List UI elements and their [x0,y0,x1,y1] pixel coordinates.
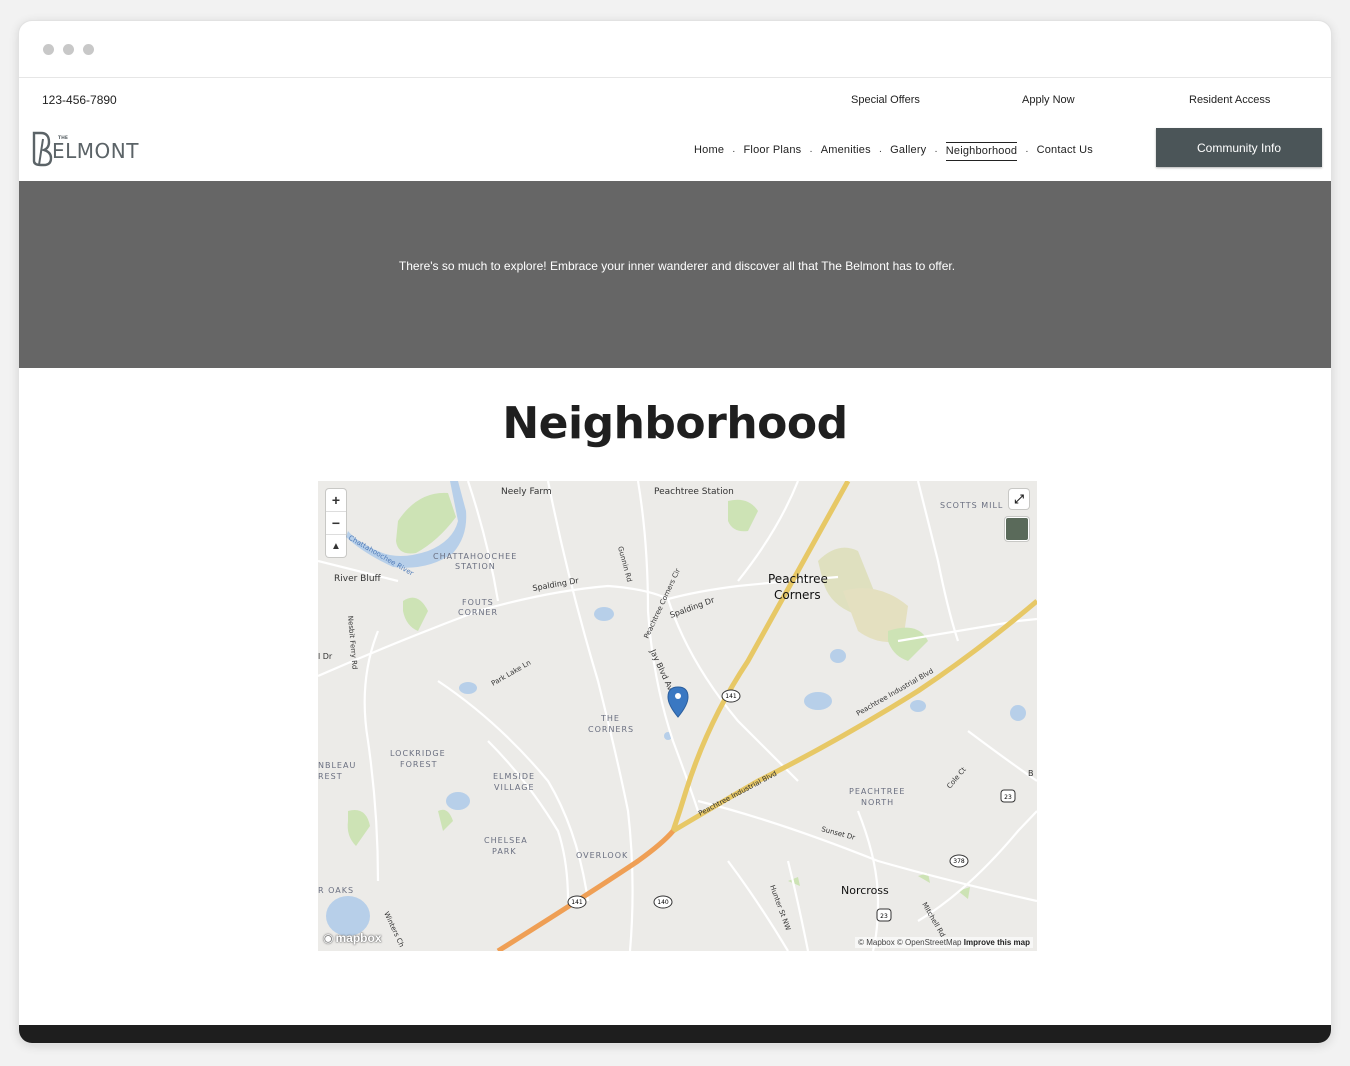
route-141-shield-b: 141 [567,895,587,909]
svg-text:NBLEAU: NBLEAU [318,761,356,770]
svg-text:l Dr: l Dr [318,652,333,661]
improve-map-link[interactable]: Improve this map [964,938,1030,947]
resident-access-link[interactable]: Resident Access [1189,94,1270,106]
main-nav: Home · Floor Plans · Amenities · Gallery · N… [694,142,1093,161]
svg-text:140: 140 [657,899,669,906]
svg-text:R OAKS: R OAKS [318,886,354,895]
nav-floor-plans[interactable]: Floor Plans [744,144,802,159]
page-title: Neighborhood [502,398,848,449]
special-offers-link[interactable]: Special Offers [851,94,920,106]
apply-now-link[interactable]: Apply Now [1022,94,1075,106]
svg-text:STATION: STATION [455,562,496,571]
route-140-shield: 140 [653,895,673,909]
fullscreen-icon[interactable]: ⤢ [1009,489,1029,509]
label-neely-farm: Neely Farm [501,487,552,497]
route-141-shield-a: 141 [721,689,741,703]
label-peachtree-north: PEACHTREE [849,787,905,796]
nav-gallery[interactable]: Gallery [890,144,926,159]
hero-text: There's so much to explore! Embrace your… [398,259,956,273]
label-elmside: ELMSIDE [493,772,535,781]
svg-text:CORNER: CORNER [458,608,498,617]
label-overlook: OVERLOOK [576,851,628,860]
svg-text:378: 378 [953,858,965,865]
attribution-text[interactable]: © Mapbox © OpenStreetMap [858,938,961,947]
map-canvas[interactable]: Neely Farm Peachtree Station SCOTTS MILL… [318,481,1037,951]
nav-contact-us[interactable]: Contact Us [1037,144,1093,159]
svg-text:23: 23 [880,913,888,920]
compass-button[interactable]: ▲ [326,535,346,557]
satellite-toggle-button[interactable] [1005,517,1029,541]
window-minimize-dot[interactable] [63,44,74,55]
neighborhood-map[interactable]: Neely Farm Peachtree Station SCOTTS MILL… [318,481,1037,951]
svg-text:B: B [1028,769,1034,778]
label-the-corners: THE [600,714,620,723]
site-footer [19,1025,1331,1043]
label-peachtree-corners: Peachtree [768,572,828,586]
label-norcross: Norcross [841,884,889,897]
svg-text:141: 141 [725,693,737,700]
label-scotts-mill: SCOTTS MILL [940,501,1003,510]
nav-home[interactable]: Home [694,144,724,159]
window-zoom-dot[interactable] [83,44,94,55]
svg-text:FOREST: FOREST [400,760,437,769]
label-chattahoochee: CHATTAHOOCHEE [433,552,517,561]
phone-number[interactable]: 123-456-7890 [42,93,117,107]
nav-neighborhood[interactable]: Neighborhood [945,142,1018,161]
nav-amenities[interactable]: Amenities [821,144,871,159]
svg-text:ELMONT: ELMONT [52,139,139,163]
community-info-button[interactable]: Community Info [1156,128,1322,167]
window-chrome [19,21,1331,78]
svg-text:CORNERS: CORNERS [588,725,634,734]
label-chelsea-park: CHELSEA [484,836,528,845]
zoom-out-button[interactable]: − [326,512,346,535]
label-peachtree-station: Peachtree Station [654,487,734,497]
utility-bar: 123-456-7890 Special Offers Apply Now Re… [19,77,1331,121]
svg-text:VILLAGE: VILLAGE [494,783,535,792]
label-river-bluff: River Bluff [334,574,382,584]
label-fouts-corner: FOUTS [462,598,494,607]
route-378-shield: 378 [949,854,969,868]
svg-text:141: 141 [571,899,583,906]
map-attribution: © Mapbox © OpenStreetMap Improve this ma… [855,937,1033,948]
hero-banner: There's so much to explore! Embrace your… [19,181,1331,368]
svg-text:PARK: PARK [492,847,517,856]
svg-text:Corners: Corners [774,588,821,602]
belmont-logo[interactable]: THE ELMONT [31,125,161,169]
label-lockridge: LOCKRIDGE [390,749,446,758]
mapbox-logo-icon: ◉ [323,931,334,945]
svg-text:REST: REST [318,772,343,781]
site-header: THE ELMONT Home · Floor Plans · Amenities ·… [19,121,1331,182]
zoom-controls: + − ▲ [326,489,346,557]
browser-window: 123-456-7890 Special Offers Apply Now Re… [18,20,1332,1044]
window-close-dot[interactable] [43,44,54,55]
svg-text:23: 23 [1004,794,1012,801]
svg-text:NORTH: NORTH [861,798,894,807]
mapbox-logo[interactable]: ◉ mapbox [323,931,382,945]
zoom-in-button[interactable]: + [326,489,346,512]
route-23-shield-b: 23 [876,908,892,922]
route-23-shield-a: 23 [1000,789,1016,803]
